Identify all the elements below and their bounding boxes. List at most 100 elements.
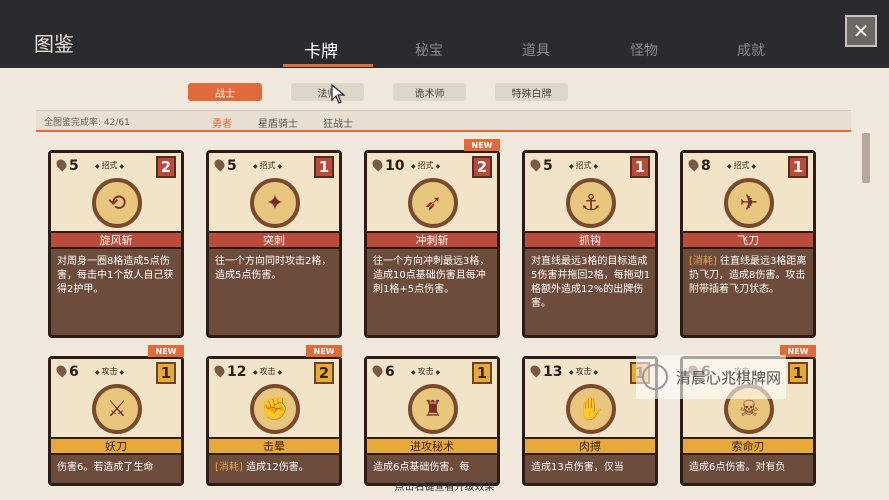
- tab-monsters[interactable]: 怪物: [630, 40, 658, 60]
- card-level: 2: [156, 156, 176, 178]
- card-cost: 6: [54, 363, 79, 380]
- filter-warrior[interactable]: 战士: [188, 83, 262, 101]
- filter-trickster[interactable]: 诡术师: [393, 83, 466, 101]
- tab-achievements[interactable]: 成就: [737, 40, 765, 60]
- card-cost: 8: [686, 157, 711, 174]
- drop-icon: [686, 157, 701, 172]
- new-badge: NEW: [306, 345, 342, 357]
- card-description: 造成6点伤害。对有负: [689, 462, 786, 473]
- card-name: 肉搏: [525, 437, 655, 455]
- drop-icon: [528, 363, 543, 378]
- card-kind: 攻击: [411, 366, 440, 377]
- card-cost: 12: [212, 363, 246, 380]
- watermark: 清晨心兆棋牌网: [636, 355, 786, 399]
- drop-icon: [370, 157, 385, 172]
- drop-icon: [212, 363, 227, 378]
- card-cost: 10: [370, 157, 404, 174]
- card-name: 抓钩: [525, 231, 655, 249]
- card[interactable]: 5 招式 2 ⟲ 旋风斩 对周身一圈8格造成5点伤害，每击中1个敌人自己获得2护…: [48, 150, 184, 338]
- watermark-logo-icon: [642, 364, 668, 390]
- card[interactable]: 6 攻击 1 ♜ 进攻秘术 造成6点基础伤害。每: [364, 356, 500, 486]
- attack-arcana-icon: ♜: [408, 384, 458, 434]
- dash-slash-icon: ➶: [408, 178, 458, 228]
- new-badge: NEW: [148, 345, 184, 357]
- card-name: 击晕: [209, 437, 339, 455]
- card[interactable]: NEW 6 攻击 1 ⚔ 妖刀 伤害6。若造成了生命: [48, 345, 184, 486]
- card-name: 旋风斩: [51, 231, 181, 249]
- footer-hint: 点击右键查看升级效果: [394, 482, 495, 493]
- card[interactable]: 5 招式 1 ✦ 突刺 往一个方向同时攻击2格，造成5点伤害。: [206, 150, 342, 338]
- card-level: 1: [472, 362, 492, 384]
- card[interactable]: 5 招式 1 ⚓ 抓钩 对直线最远3格的目标造成5伤害并拖回2格，每拖动1格额外…: [522, 150, 658, 338]
- card-kind: 招式: [569, 160, 598, 171]
- card-level: 1: [788, 362, 808, 384]
- card-kind: 攻击: [95, 366, 124, 377]
- subtab-star-shield-knight[interactable]: 星盾骑士: [258, 115, 298, 130]
- stun-icon: ✊: [250, 384, 300, 434]
- watermark-text: 清晨心兆棋牌网: [676, 368, 782, 387]
- brawl-icon: ✋: [566, 384, 616, 434]
- card-name: 突刺: [209, 231, 339, 249]
- filter-special[interactable]: 特殊白牌: [495, 83, 568, 101]
- card[interactable]: NEW 10 招式 2 ➶ 冲刺斩 往一个方向冲刺最远3格，造成10点基础伤害且…: [364, 139, 500, 338]
- completion-rate: 全图鉴完成率: 42/61: [44, 118, 130, 128]
- card-cost: 6: [370, 363, 395, 380]
- card-description: 伤害6。若造成了生命: [57, 462, 154, 473]
- card-level: 1: [630, 156, 650, 178]
- demon-blade-icon: ⚔: [92, 384, 142, 434]
- card-description: [消耗] 造成12伤害。: [215, 462, 309, 473]
- subtab-hero[interactable]: 勇者: [212, 115, 232, 130]
- card-description: 造成13点伤害，仅当: [531, 462, 624, 473]
- card-level: 1: [156, 362, 176, 384]
- filter-mage[interactable]: 法师: [291, 83, 364, 101]
- close-button[interactable]: ✕: [845, 15, 877, 47]
- card-cost: 5: [54, 157, 79, 174]
- card-kind: 攻击: [253, 366, 282, 377]
- whirlwind-icon: ⟲: [92, 178, 142, 228]
- drop-icon: [370, 363, 385, 378]
- card-description: [消耗] 往直线最远3格距离扔飞刀，造成8伤害。攻击附带插着飞刀状态。: [689, 256, 807, 295]
- tab-items[interactable]: 道具: [522, 40, 550, 60]
- card-kind: 攻击: [569, 366, 598, 377]
- thrust-icon: ✦: [250, 178, 300, 228]
- cursor-icon: [331, 84, 346, 104]
- card-level: 2: [314, 362, 334, 384]
- new-badge: NEW: [464, 139, 500, 151]
- card-cost: 5: [212, 157, 237, 174]
- tab-treasures[interactable]: 秘宝: [415, 40, 443, 60]
- card-name: 飞刀: [683, 231, 813, 249]
- subtab-berserker[interactable]: 狂战士: [323, 115, 353, 130]
- card-kind: 招式: [727, 160, 756, 171]
- grappling-hook-icon: ⚓: [566, 178, 616, 228]
- card-level: 2: [472, 156, 492, 178]
- page-title: 图鉴: [34, 32, 74, 56]
- card-kind: 招式: [411, 160, 440, 171]
- scrollbar-thumb[interactable]: [862, 133, 870, 183]
- card-description: 往一个方向同时攻击2格，造成5点伤害。: [215, 256, 332, 281]
- active-tab-underline: [283, 64, 373, 67]
- card-name: 妖刀: [51, 437, 181, 455]
- card-name: 索命刃: [683, 437, 813, 455]
- card-cost: 5: [528, 157, 553, 174]
- tab-cards[interactable]: 卡牌: [304, 37, 338, 62]
- card-description: 往一个方向冲刺最远3格，造成10点基础伤害且每冲刺1格+5点伤害。: [373, 256, 490, 295]
- drop-icon: [54, 157, 69, 172]
- card[interactable]: NEW 12 攻击 2 ✊ 击晕 [消耗] 造成12伤害。: [206, 345, 342, 486]
- drop-icon: [212, 157, 227, 172]
- card-description: 造成6点基础伤害。每: [373, 462, 470, 473]
- divider: [36, 130, 851, 132]
- card-kind: 招式: [95, 160, 124, 171]
- card[interactable]: 8 招式 1 ✈ 飞刀 [消耗] 往直线最远3格距离扔飞刀，造成8伤害。攻击附带…: [680, 150, 816, 338]
- card-kind: 招式: [253, 160, 282, 171]
- card-description: 对周身一圈8格造成5点伤害，每击中1个敌人自己获得2护甲。: [57, 256, 174, 295]
- close-icon: ✕: [852, 19, 870, 43]
- card-level: 1: [314, 156, 334, 178]
- card-name: 冲刺斩: [367, 231, 497, 249]
- sub-filter-bar: 全图鉴完成率: 42/61 勇者 星盾骑士 狂战士: [36, 110, 851, 131]
- card-description: 对直线最远3格的目标造成5伤害并拖回2格，每拖动1格额外造成12%的出牌伤害。: [531, 256, 651, 309]
- drop-icon: [528, 157, 543, 172]
- drop-icon: [54, 363, 69, 378]
- card-cost: 13: [528, 363, 562, 380]
- card-level: 1: [788, 156, 808, 178]
- card-name: 进攻秘术: [367, 437, 497, 455]
